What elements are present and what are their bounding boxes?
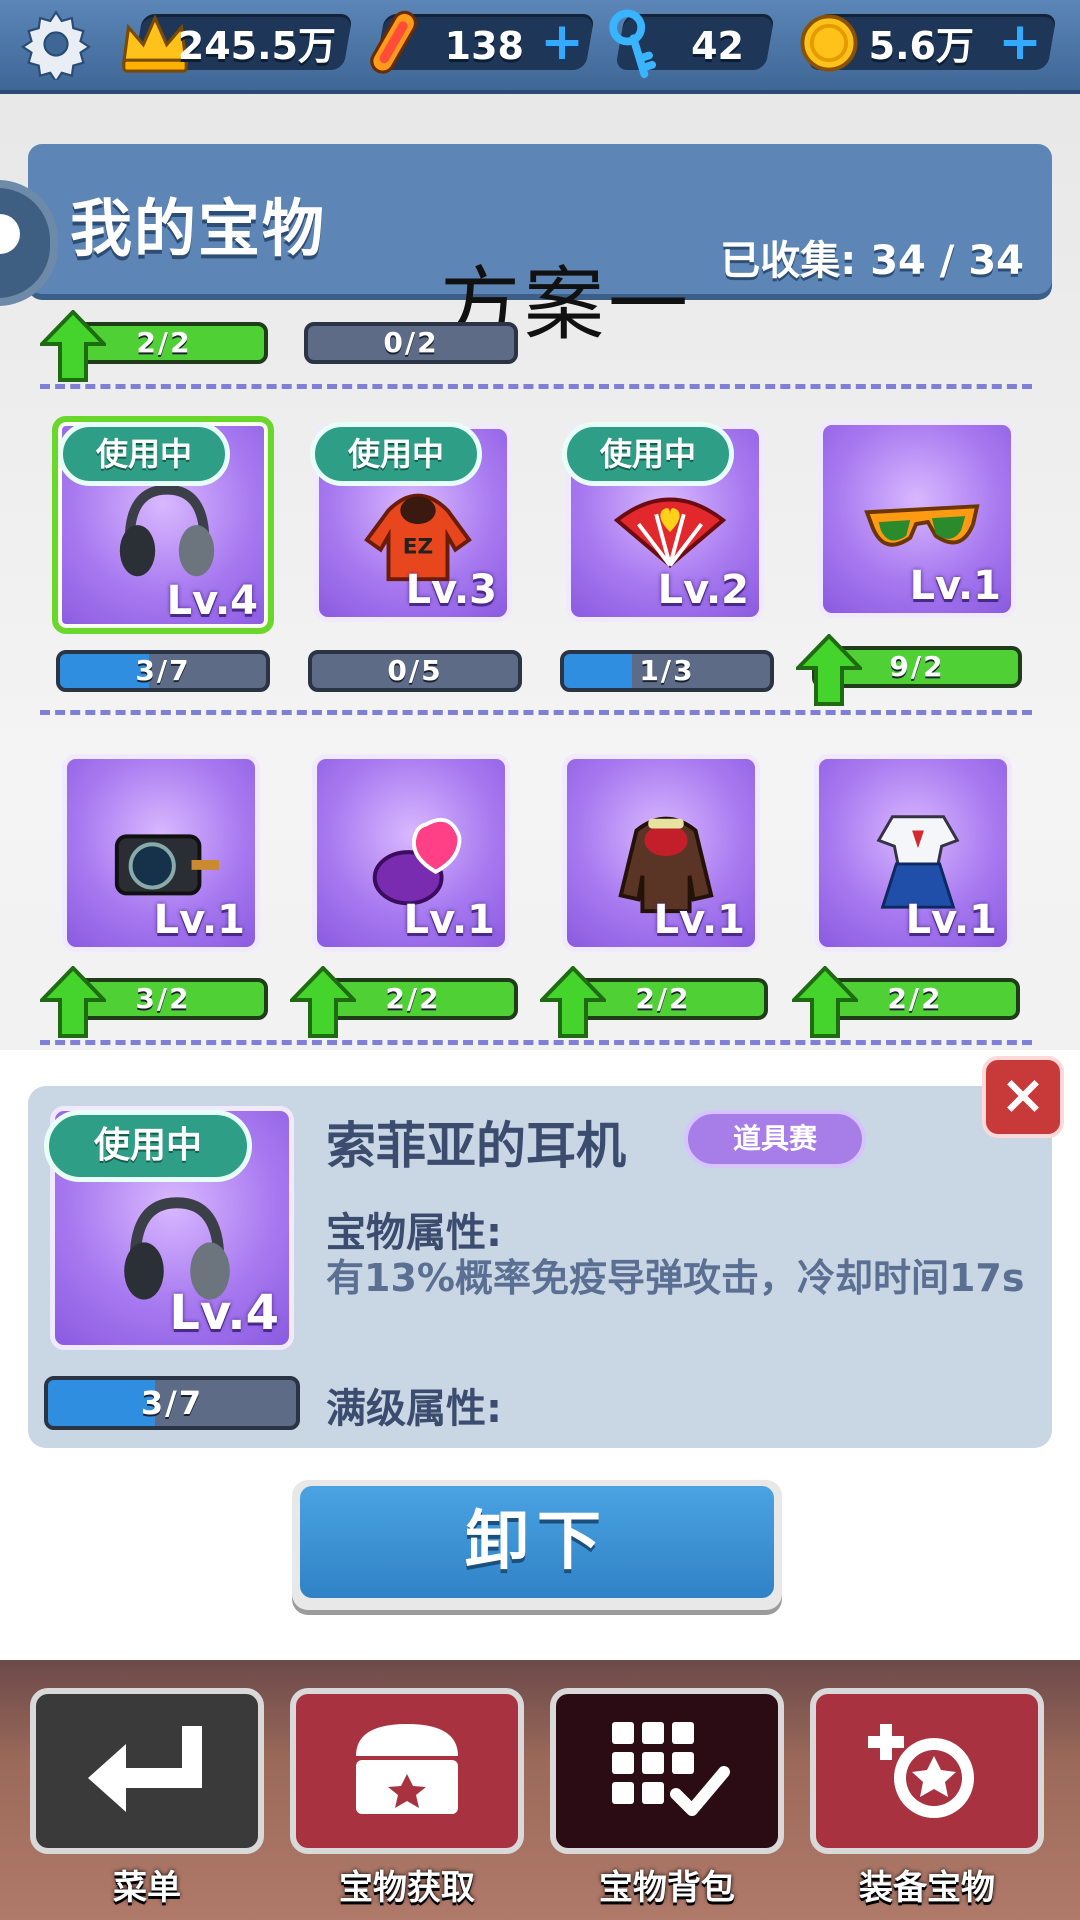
max-attr-heading: 满级属性: — [326, 1386, 502, 1432]
unequip-button[interactable]: 卸下 — [300, 1486, 774, 1598]
equip-star-icon — [868, 1724, 974, 1818]
collected-count: 已收集: 34 / 34 — [720, 238, 1024, 284]
attr-text: 有13%概率免疫导弹攻击，冷却时间17s — [326, 1256, 1025, 1300]
treasure-card-camera[interactable]: Lv.1 — [62, 754, 260, 952]
treasure-name: 索菲亚的耳机 — [326, 1117, 626, 1175]
upgrade-arrow-icon — [290, 966, 356, 1038]
in-use-badge: 使用中 — [310, 422, 482, 486]
equip-treasure-button[interactable] — [810, 1688, 1044, 1854]
attr-heading: 宝物属性: — [326, 1210, 502, 1256]
detail-progress-bar: 3/7 — [44, 1376, 300, 1430]
coin-icon — [800, 14, 858, 72]
add-coins-button[interactable]: + — [996, 16, 1044, 68]
headphones-icon — [119, 484, 215, 577]
upgrade-arrow-icon — [40, 310, 106, 382]
row-divider — [40, 384, 1032, 389]
in-use-badge: 使用中 — [562, 422, 734, 486]
upgrade-arrow-icon — [540, 966, 606, 1038]
grid-check-icon — [612, 1722, 730, 1816]
row-divider — [40, 710, 1032, 715]
upgrade-arrow-icon — [40, 966, 106, 1038]
crown-count: 245.5万 — [177, 24, 336, 68]
treasure-bag-button[interactable] — [550, 1688, 784, 1854]
coin-count: 5.6万 — [868, 24, 974, 68]
menu-button[interactable] — [30, 1688, 264, 1854]
progress-bar: 0/2 — [304, 322, 518, 364]
treasure-card-ring[interactable]: Lv.1 — [312, 754, 510, 952]
treasure-card-uniform[interactable]: Lv.1 — [814, 754, 1012, 952]
key-count: 42 — [691, 24, 744, 68]
close-button[interactable]: × — [982, 1056, 1064, 1138]
row-divider — [40, 1040, 1032, 1045]
nav-label-bag: 宝物背包 — [599, 1868, 735, 1908]
nav-label-obtain: 宝物获取 — [339, 1868, 475, 1908]
treasure-chest-icon — [356, 1724, 458, 1814]
upgrade-arrow-icon — [796, 634, 862, 706]
nav-label-equip: 装备宝物 — [859, 1868, 995, 1908]
progress-bar: 0/5 — [308, 650, 522, 692]
nav-label-menu: 菜单 — [113, 1868, 181, 1908]
mode-tag: 道具赛 — [684, 1110, 866, 1168]
progress-bar: 3/7 — [56, 650, 270, 692]
svg-text:EZ: EZ — [403, 535, 433, 560]
upgrade-arrow-icon — [792, 966, 858, 1038]
settings-gear-icon[interactable] — [20, 8, 92, 80]
board-count: 138 — [444, 24, 524, 68]
in-use-badge: 使用中 — [58, 422, 230, 486]
add-boards-button[interactable]: + — [538, 16, 586, 68]
progress-bar: 1/3 — [560, 650, 774, 692]
return-arrow-icon — [88, 1726, 202, 1812]
page-title: 我的宝物 — [70, 192, 327, 265]
treasure-card-sunglasses[interactable]: Lv.1 — [818, 420, 1016, 618]
in-use-badge: 使用中 — [44, 1110, 252, 1182]
treasure-card-jacket[interactable]: Lv.1 — [562, 754, 760, 952]
treasure-obtain-button[interactable] — [290, 1688, 524, 1854]
